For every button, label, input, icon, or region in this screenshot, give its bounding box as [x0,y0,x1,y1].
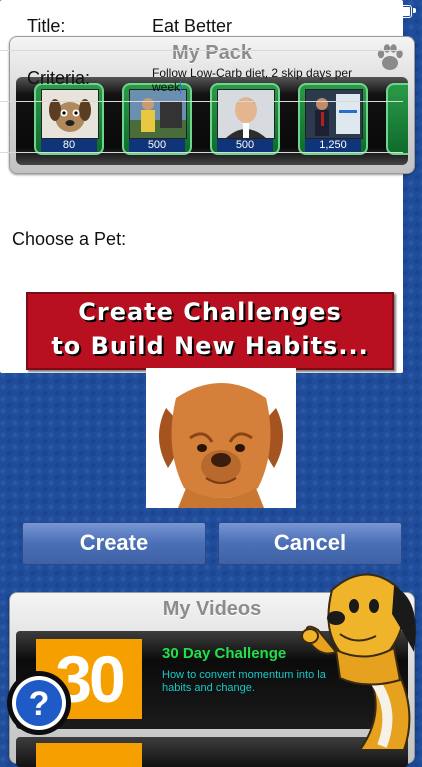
text-caret [180,81,182,95]
title-row[interactable]: Title: Eat Better [0,0,403,51]
choose-pet-label: Choose a Pet: [12,229,127,249]
banner-line-1: Create Challenges [78,298,342,326]
mascot-dog-image [301,573,416,750]
hidden-row [0,102,403,153]
title-label: Title: [27,16,66,36]
criteria-row[interactable]: Criteria: Follow Low-Carb diet, 2 skip d… [0,51,403,102]
criteria-text: Follow Low-Carb diet, 2 skip days per we… [152,66,353,94]
video-thumbnail [36,743,142,767]
battery-tip [413,8,416,13]
svg-text:?: ? [29,685,50,723]
banner-line-2: to Build New Habits... [51,332,369,360]
help-icon[interactable]: ? [5,669,73,737]
puppy-image[interactable] [146,368,296,508]
promo-banner: Create Challenges to Build New Habits... [26,292,394,370]
video-title: 30 Day Challenge [162,645,287,662]
create-button[interactable]: Create [22,522,206,565]
cancel-button[interactable]: Cancel [218,522,402,565]
criteria-label: Criteria: [27,68,91,88]
criteria-field[interactable]: Follow Low-Carb diet, 2 skip days per we… [152,66,382,95]
title-field[interactable]: Eat Better [152,16,232,37]
